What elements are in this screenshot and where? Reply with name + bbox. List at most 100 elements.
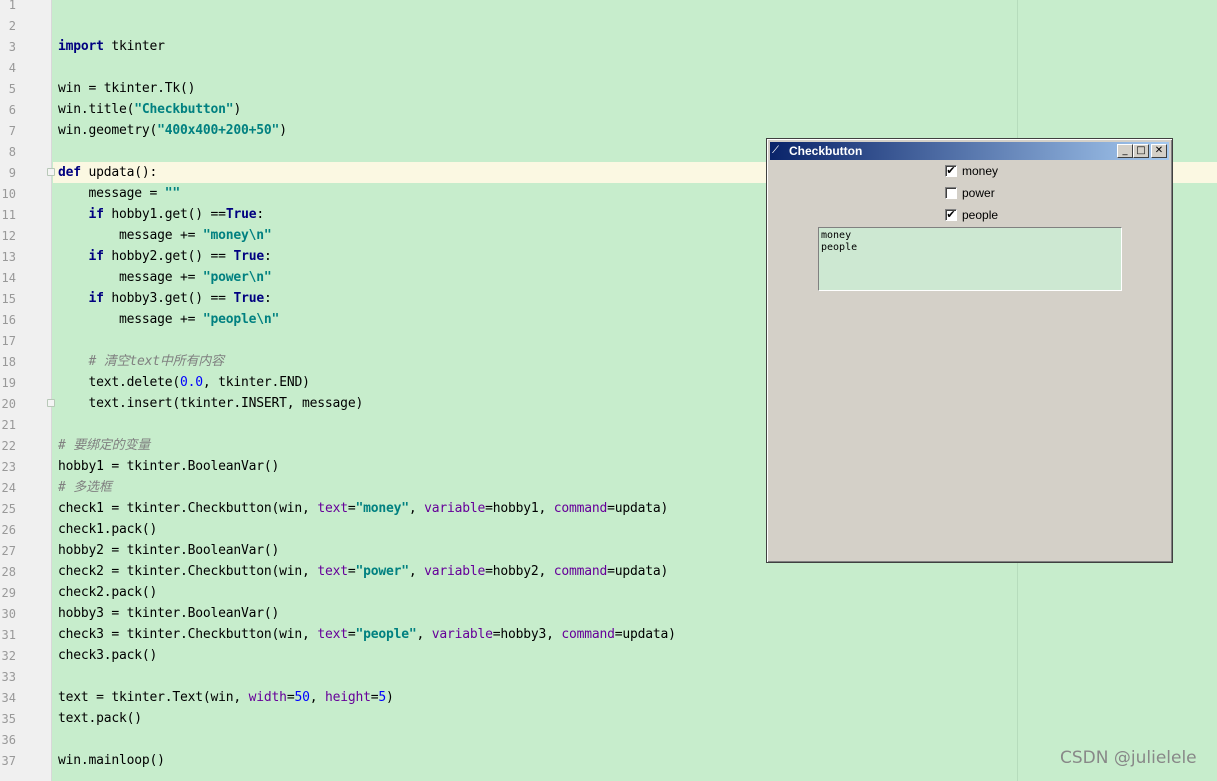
code-line-25[interactable]: check1 = tkinter.Checkbutton(win, text="…: [58, 498, 668, 519]
code-line-14[interactable]: message += "power\n": [58, 267, 272, 288]
checkmark-icon[interactable]: ✔: [945, 209, 957, 221]
code-token: ): [279, 123, 287, 138]
code-line-27[interactable]: hobby2 = tkinter.BooleanVar(): [58, 540, 279, 561]
code-token: :: [256, 207, 264, 222]
code-token: "": [164, 186, 181, 201]
code-line-24[interactable]: # 多选框: [58, 477, 112, 498]
line-number: 33: [1, 670, 16, 684]
line-number: 24: [1, 481, 16, 495]
line-number: 4: [8, 61, 16, 75]
minimize-button[interactable]: _: [1117, 144, 1133, 158]
line-number: 36: [1, 733, 16, 747]
code-line-37[interactable]: win.mainloop(): [58, 750, 165, 771]
code-line-29[interactable]: check2.pack(): [58, 582, 157, 603]
code-comment: # 清空text中所有内容: [88, 354, 225, 369]
code-token: text: [317, 501, 348, 516]
code-line-5[interactable]: win = tkinter.Tk(): [58, 78, 195, 99]
code-line-15[interactable]: if hobby3.get() == True:: [58, 288, 272, 309]
line-number: 20: [1, 397, 16, 411]
code-token: "people": [355, 627, 417, 642]
code-line-19[interactable]: text.delete(0.0, tkinter.END): [58, 372, 310, 393]
code-token: def: [58, 165, 81, 180]
line-number: 35: [1, 712, 16, 726]
code-line-23[interactable]: hobby1 = tkinter.BooleanVar(): [58, 456, 279, 477]
code-token: ,: [416, 627, 432, 642]
line-number: 18: [1, 355, 16, 369]
line-number: 12: [1, 229, 16, 243]
code-line-34[interactable]: text = tkinter.Text(win, width=50, heigh…: [58, 687, 394, 708]
line-number: 11: [1, 208, 16, 222]
code-token: =updata): [607, 564, 669, 579]
code-token: "money\n": [202, 228, 272, 243]
checkbutton-window[interactable]: ⁄ Checkbutton _ □ ✕ ✔ money power ✔ peop…: [766, 138, 1173, 563]
code-token: =hobby1,: [485, 501, 554, 516]
code-line-18[interactable]: # 清空text中所有内容: [58, 351, 225, 372]
code-token: =updata): [607, 501, 669, 516]
line-number: 34: [1, 691, 16, 705]
line-number: 7: [8, 124, 16, 138]
code-line-13[interactable]: if hobby2.get() == True:: [58, 246, 272, 267]
code-line-11[interactable]: if hobby1.get() ==True:: [58, 204, 265, 225]
code-line-28[interactable]: check2 = tkinter.Checkbutton(win, text="…: [58, 561, 668, 582]
maximize-button[interactable]: □: [1133, 144, 1149, 158]
line-number: 37: [1, 754, 16, 768]
code-token: if: [88, 291, 104, 306]
code-token: text: [317, 627, 348, 642]
line-number: 6: [8, 103, 16, 117]
code-token: ): [386, 690, 394, 705]
watermark: CSDN @julielele: [1060, 748, 1197, 768]
feather-icon: ⁄: [775, 144, 777, 156]
code-token: if: [88, 207, 104, 222]
text-area[interactable]: money people: [818, 227, 1122, 291]
code-line-20[interactable]: text.insert(tkinter.INSERT, message): [58, 393, 364, 414]
code-line-9[interactable]: def updata():: [58, 162, 157, 183]
line-number: 1: [8, 0, 16, 12]
code-token: hobby1.get() ==: [103, 207, 226, 222]
code-token: variable: [424, 564, 486, 579]
line-number: 31: [1, 628, 16, 642]
close-button[interactable]: ✕: [1151, 144, 1167, 158]
code-line-35[interactable]: text.pack(): [58, 708, 142, 729]
code-token: :: [263, 291, 272, 306]
fold-marker-icon[interactable]: [47, 168, 55, 176]
code-token: "power\n": [202, 270, 272, 285]
code-line-7[interactable]: win.geometry("400x400+200+50"): [58, 120, 287, 141]
code-token: =hobby3,: [492, 627, 562, 642]
code-line-6[interactable]: win.title("Checkbutton"): [58, 99, 241, 120]
code-token: ): [233, 102, 242, 117]
code-line-16[interactable]: message += "people\n": [58, 309, 279, 330]
code-token: 0.0: [180, 375, 203, 390]
code-line-32[interactable]: check3.pack(): [58, 645, 157, 666]
code-line-12[interactable]: message += "money\n": [58, 225, 272, 246]
code-token: width: [248, 690, 287, 705]
code-token: "people\n": [202, 312, 280, 327]
fold-marker-icon[interactable]: [47, 399, 55, 407]
code-token: check1 = tkinter.Checkbutton(win,: [58, 501, 318, 516]
code-token: text: [317, 564, 348, 579]
checkmark-icon[interactable]: ✔: [945, 165, 957, 177]
code-line-30[interactable]: hobby3 = tkinter.BooleanVar(): [58, 603, 279, 624]
window-titlebar[interactable]: ⁄ Checkbutton _ □ ✕: [770, 142, 1169, 160]
code-token: check3 = tkinter.Checkbutton(win,: [58, 627, 318, 642]
code-line-10[interactable]: message = "": [58, 183, 181, 204]
code-line-22[interactable]: # 要绑定的变量: [58, 435, 150, 456]
line-number: 17: [1, 334, 16, 348]
line-number: 3: [8, 40, 16, 54]
code-line-31[interactable]: check3 = tkinter.Checkbutton(win, text="…: [58, 624, 676, 645]
code-token: 5: [378, 690, 387, 705]
code-line-3[interactable]: import tkinter: [58, 36, 165, 57]
line-number: 14: [1, 271, 16, 285]
window-title: Checkbutton: [789, 144, 863, 158]
checkbox-empty-icon[interactable]: [945, 187, 957, 199]
line-number: 10: [1, 187, 16, 201]
code-token: text.delete(: [58, 375, 181, 390]
code-token: "Checkbutton": [134, 102, 234, 117]
line-number: 23: [1, 460, 16, 474]
code-token: height: [324, 690, 371, 705]
line-number: 22: [1, 439, 16, 453]
code-token: =updata): [614, 627, 676, 642]
line-number: 27: [1, 544, 16, 558]
code-token: win.geometry(: [58, 123, 158, 138]
code-line-26[interactable]: check1.pack(): [58, 519, 157, 540]
